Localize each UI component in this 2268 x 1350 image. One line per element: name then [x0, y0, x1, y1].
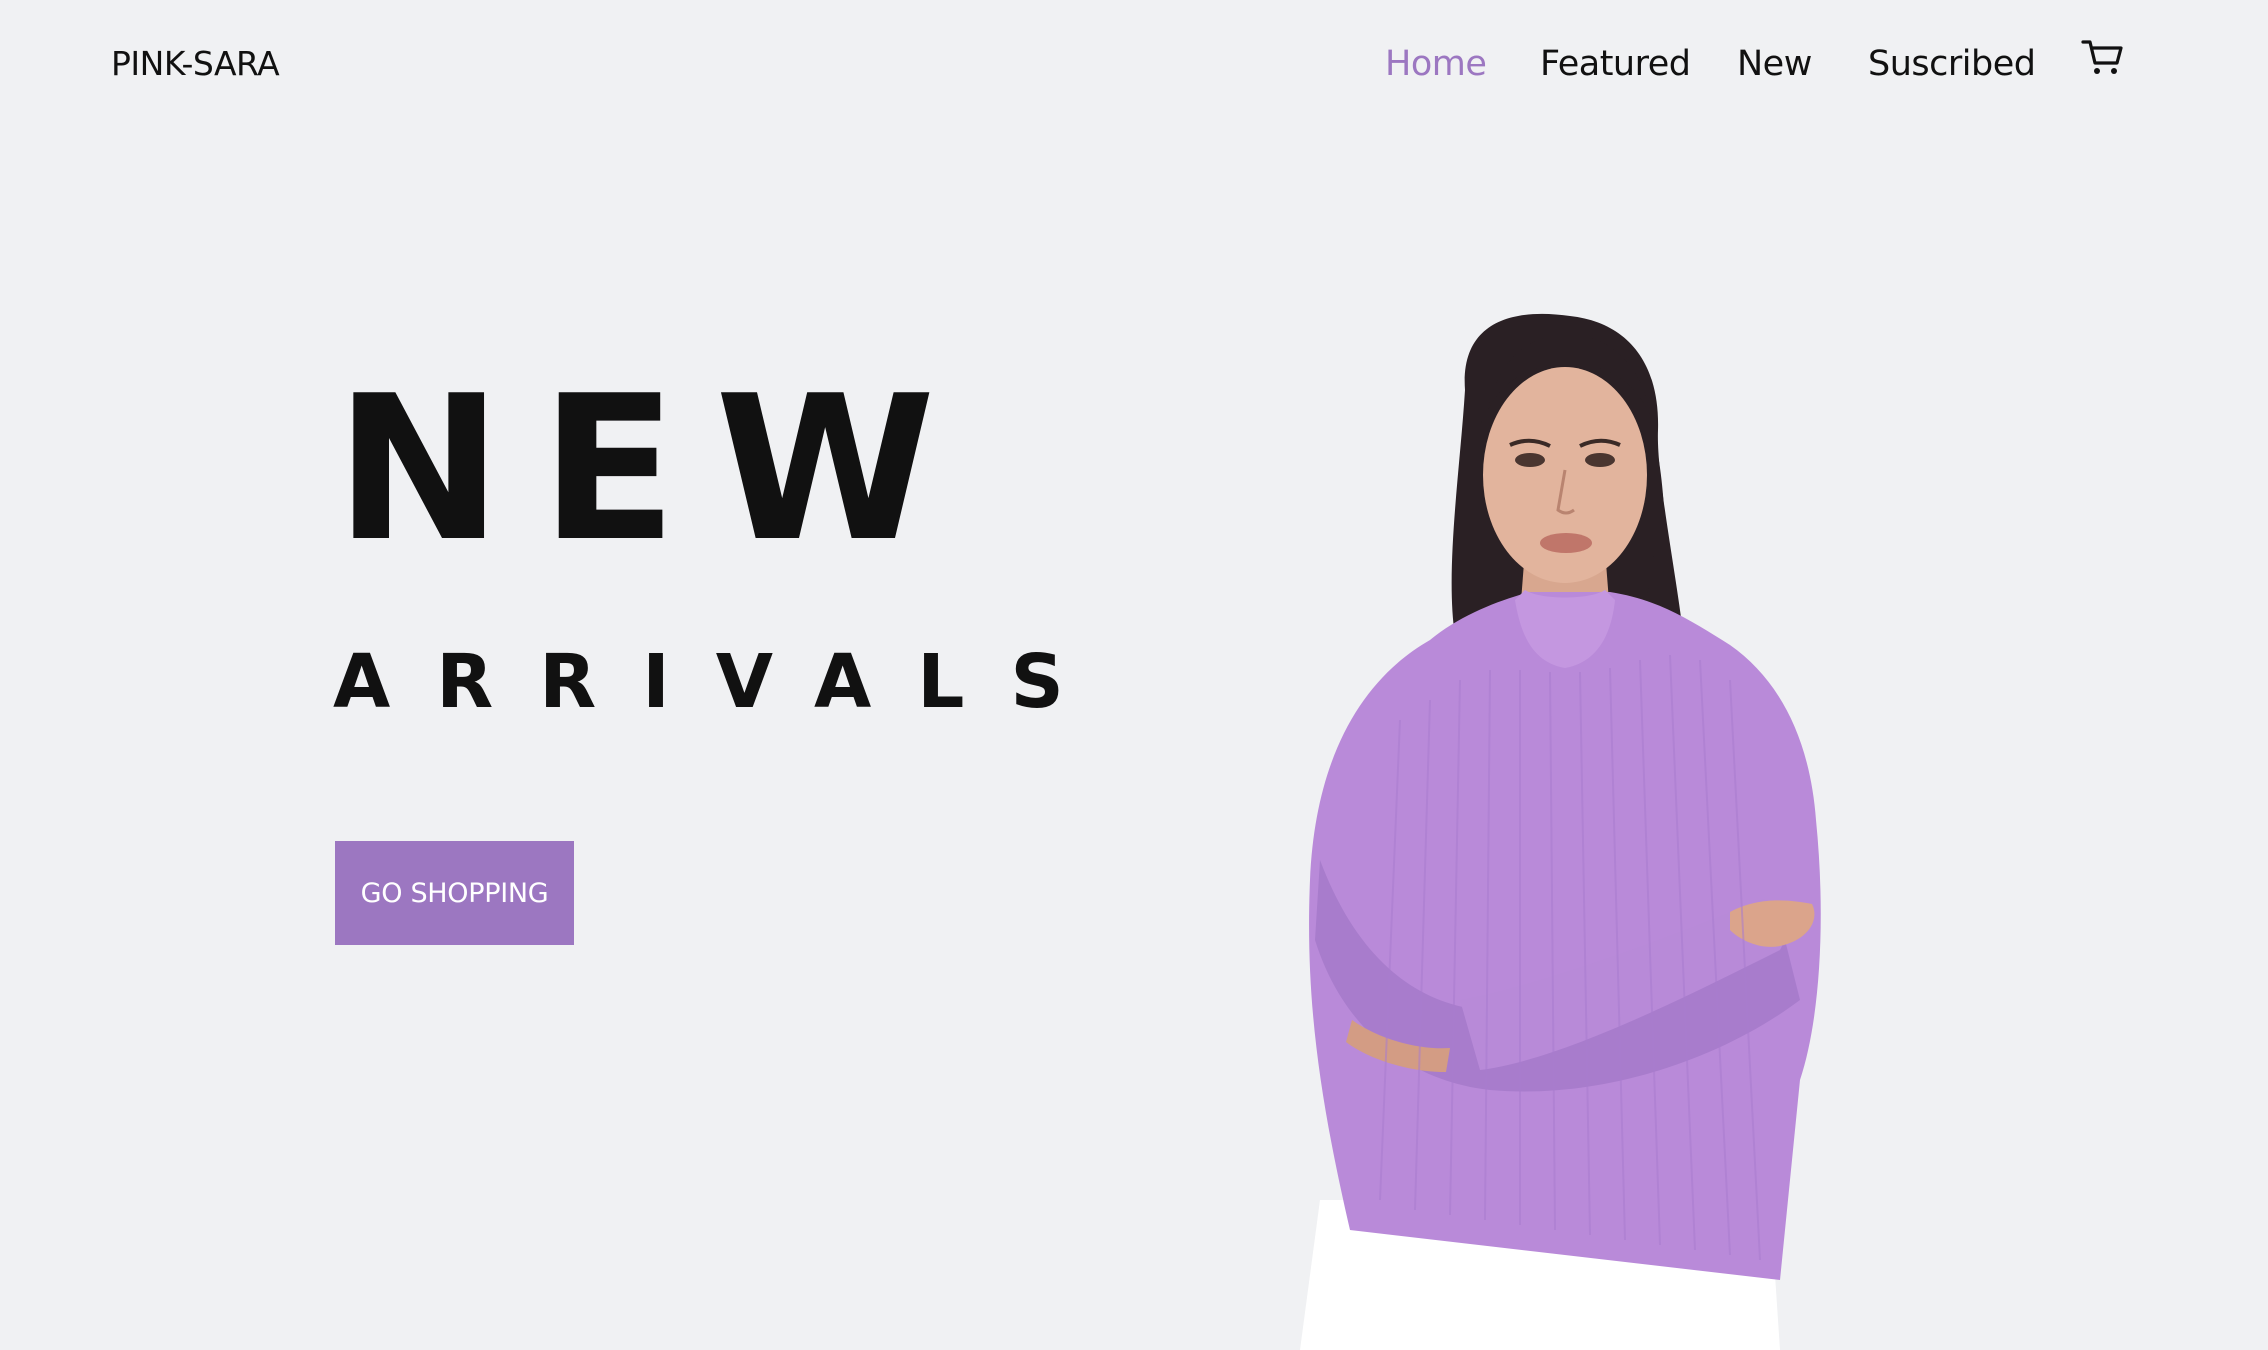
- page: PINK-SARA Home Featured New Suscribed NE…: [0, 0, 2268, 1350]
- hero-subtitle: ARRIVALS: [333, 639, 1110, 725]
- hero-title: NEW: [335, 353, 974, 586]
- nav-item-featured[interactable]: Featured: [1540, 44, 1691, 84]
- nav-item-new[interactable]: New: [1737, 44, 1812, 84]
- shopping-cart-icon[interactable]: [2080, 36, 2124, 80]
- nav-item-home[interactable]: Home: [1385, 44, 1487, 84]
- go-shopping-button[interactable]: GO SHOPPING: [335, 841, 574, 945]
- main-nav: Home Featured New Suscribed: [0, 44, 2268, 94]
- hero-model-image: [1260, 300, 1880, 1350]
- nav-item-suscribed[interactable]: Suscribed: [1868, 44, 2036, 84]
